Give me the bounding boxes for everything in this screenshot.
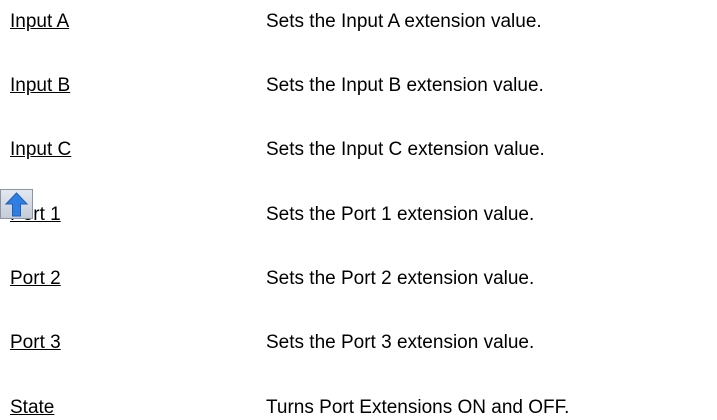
link-port-2[interactable]: Port 2 — [10, 265, 61, 293]
definition-row-state: State Turns Port Extensions ON and OFF. — [0, 394, 717, 420]
description-state: Turns Port Extensions ON and OFF. — [266, 397, 570, 418]
link-port-3[interactable]: Port 3 — [10, 329, 61, 357]
link-input-a[interactable]: Input A — [10, 8, 69, 36]
link-state[interactable]: State — [10, 394, 54, 420]
definition-row-port-3: Port 3 Sets the Port 3 extension value. — [0, 329, 717, 357]
description-input-c: Sets the Input C extension value. — [266, 139, 545, 160]
definition-row-input-a: Input A Sets the Input A extension value… — [0, 8, 717, 36]
description-port-3: Sets the Port 3 extension value. — [266, 332, 535, 353]
description-input-b: Sets the Input B extension value. — [266, 75, 544, 96]
definition-row-port-2: Port 2 Sets the Port 2 extension value. — [0, 265, 717, 293]
definition-list-page: Input A Sets the Input A extension value… — [0, 0, 717, 420]
definition-row-input-b: Input B Sets the Input B extension value… — [0, 72, 717, 100]
arrow-up-icon — [4, 192, 29, 217]
definition-row-port-1: Port 1 Sets the Port 1 extension value. — [0, 201, 717, 229]
back-to-top-button[interactable] — [0, 189, 33, 219]
description-port-1: Sets the Port 1 extension value. — [266, 204, 535, 225]
description-input-a: Sets the Input A extension value. — [266, 11, 542, 32]
definition-row-input-c: Input C Sets the Input C extension value… — [0, 136, 717, 164]
link-input-c[interactable]: Input C — [10, 136, 71, 164]
description-port-2: Sets the Port 2 extension value. — [266, 268, 535, 289]
link-input-b[interactable]: Input B — [10, 72, 70, 100]
